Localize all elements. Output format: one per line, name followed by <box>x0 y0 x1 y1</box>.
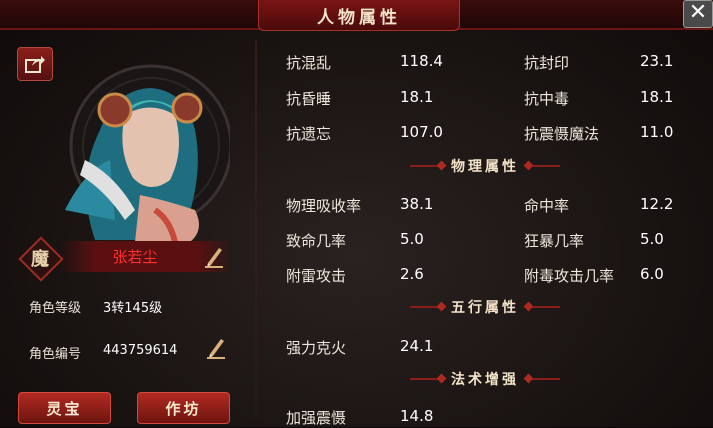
stat-value: 118.4 <box>400 52 443 70</box>
character-portrait <box>65 64 230 242</box>
spirit-treasure-button[interactable]: 灵宝 <box>18 392 111 424</box>
close-icon: ✕ <box>688 0 708 25</box>
section-elements-title: 五行属性 <box>451 300 519 316</box>
stat-value: 12.2 <box>640 195 674 213</box>
stat-value: 5.0 <box>400 230 424 248</box>
stat-label: 附雷攻击 <box>286 267 347 285</box>
workshop-button[interactable]: 作坊 <box>137 392 230 424</box>
stat-label: 抗中毒 <box>524 90 570 108</box>
pencil-icon[interactable] <box>203 245 225 269</box>
stat-label: 命中率 <box>524 197 570 215</box>
stat-value: 38.1 <box>400 195 434 213</box>
close-button[interactable]: ✕ <box>683 0 713 28</box>
pencil-icon[interactable] <box>205 336 227 360</box>
stat-value: 5.0 <box>640 230 664 248</box>
stat-label: 附毒攻击几率 <box>524 267 615 285</box>
race-badge-text: 魔 <box>31 249 49 270</box>
race-badge: 魔 <box>18 236 64 282</box>
stat-label: 强力克火 <box>286 339 347 357</box>
share-button[interactable] <box>17 47 53 81</box>
window-title: 人物属性 <box>258 0 460 31</box>
column-divider <box>255 40 257 420</box>
stat-label: 抗混乱 <box>286 54 332 72</box>
stat-label: 物理吸收率 <box>286 197 362 215</box>
stat-label: 加强震慑 <box>286 409 347 427</box>
section-spell-title: 法术增强 <box>451 372 519 388</box>
stat-label: 狂暴几率 <box>524 232 585 250</box>
stat-value: 23.1 <box>640 52 674 70</box>
level-label: 角色等级 <box>29 301 82 316</box>
section-elements: 五行属性 <box>410 297 560 317</box>
stat-label: 抗封印 <box>524 54 570 72</box>
stat-label: 致命几率 <box>286 232 347 250</box>
character-name: 张若尘 <box>112 248 158 266</box>
stat-value: 14.8 <box>400 407 434 425</box>
id-value: 443759614 <box>103 343 178 358</box>
attribute-panel: 人物属性 ✕ 魔 张若尘 角色等级 3转145级 角色编号 443759614 <box>0 0 713 427</box>
stat-value: 6.0 <box>640 265 664 283</box>
section-physical: 物理属性 <box>410 156 560 176</box>
section-physical-title: 物理属性 <box>451 159 519 175</box>
stat-value: 11.0 <box>640 123 674 141</box>
stat-value: 107.0 <box>400 123 443 141</box>
id-label: 角色编号 <box>29 347 82 362</box>
share-icon <box>25 56 45 73</box>
stat-value: 2.6 <box>400 265 424 283</box>
stat-value: 18.1 <box>640 88 674 106</box>
stat-label: 抗震慑魔法 <box>524 125 600 143</box>
section-spell: 法术增强 <box>410 369 560 389</box>
stat-value: 18.1 <box>400 88 434 106</box>
level-value: 3转145级 <box>103 301 163 316</box>
stat-label: 抗昏睡 <box>286 90 332 108</box>
stat-value: 24.1 <box>400 337 434 355</box>
stat-label: 抗遗忘 <box>286 125 332 143</box>
